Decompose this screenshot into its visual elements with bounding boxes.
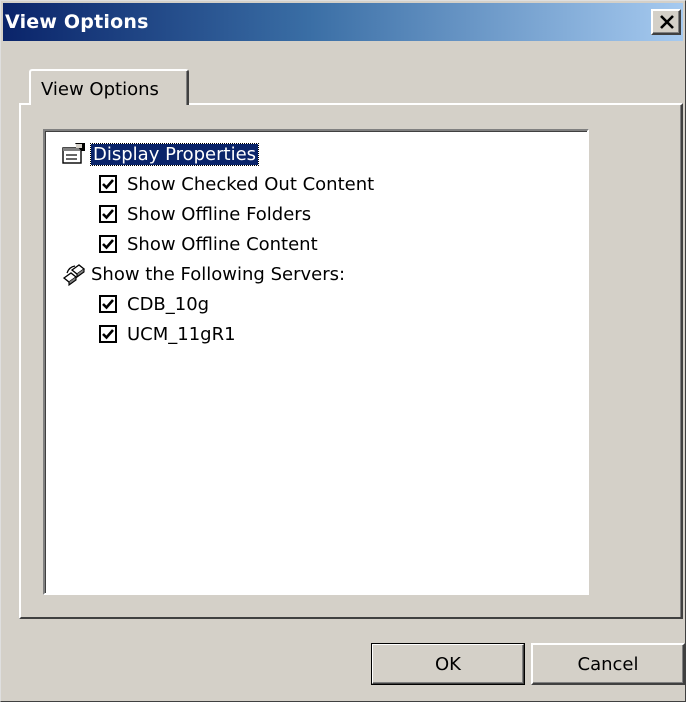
- tree-item-show-offline-folders[interactable]: Show Offline Folders: [99, 199, 311, 229]
- checkmark-icon: [102, 239, 114, 250]
- options-tree[interactable]: Display Properties Show Checked Out Cont…: [43, 129, 589, 595]
- checkbox-show-checked-out-content[interactable]: [99, 175, 117, 193]
- checkbox-ucm-11gr1[interactable]: [99, 325, 117, 343]
- servers-icon: [61, 261, 87, 287]
- checkbox-show-offline-content[interactable]: [99, 235, 117, 253]
- checkmark-icon: [102, 329, 114, 340]
- tab-label: View Options: [41, 79, 159, 100]
- ok-button[interactable]: OK: [371, 643, 525, 685]
- checkbox-show-offline-folders[interactable]: [99, 205, 117, 223]
- close-button[interactable]: [651, 9, 681, 35]
- tree-node-servers[interactable]: Show the Following Servers:: [61, 259, 345, 289]
- close-icon: [660, 15, 674, 29]
- window-title: View Options: [5, 11, 149, 33]
- servers-label: Show the Following Servers:: [91, 263, 346, 285]
- tree-node-display-properties[interactable]: Display Properties: [61, 139, 260, 169]
- cancel-button[interactable]: Cancel: [531, 643, 685, 685]
- tree-item-label: CDB_10g: [127, 293, 210, 315]
- tree-item-show-offline-content[interactable]: Show Offline Content: [99, 229, 318, 259]
- tree-item-server-ucm-11gr1[interactable]: UCM_11gR1: [99, 319, 236, 349]
- tree-item-label: Show Offline Folders: [127, 203, 312, 225]
- title-bar[interactable]: View Options: [3, 3, 683, 41]
- properties-icon: [61, 141, 87, 167]
- checkbox-cdb-10g[interactable]: [99, 295, 117, 313]
- checkmark-icon: [102, 209, 114, 220]
- tree-item-label: UCM_11gR1: [127, 323, 236, 345]
- tab-view-options[interactable]: View Options: [29, 69, 189, 105]
- checkmark-icon: [102, 179, 114, 190]
- view-options-dialog: View Options View Options Display Proper…: [0, 0, 686, 702]
- tree-item-label: Show Offline Content: [127, 233, 318, 255]
- checkmark-icon: [102, 299, 114, 310]
- display-properties-label: Display Properties: [89, 142, 260, 166]
- tree-item-label: Show Checked Out Content: [127, 173, 375, 195]
- tree-item-server-cdb-10g[interactable]: CDB_10g: [99, 289, 209, 319]
- tree-item-show-checked-out-content[interactable]: Show Checked Out Content: [99, 169, 374, 199]
